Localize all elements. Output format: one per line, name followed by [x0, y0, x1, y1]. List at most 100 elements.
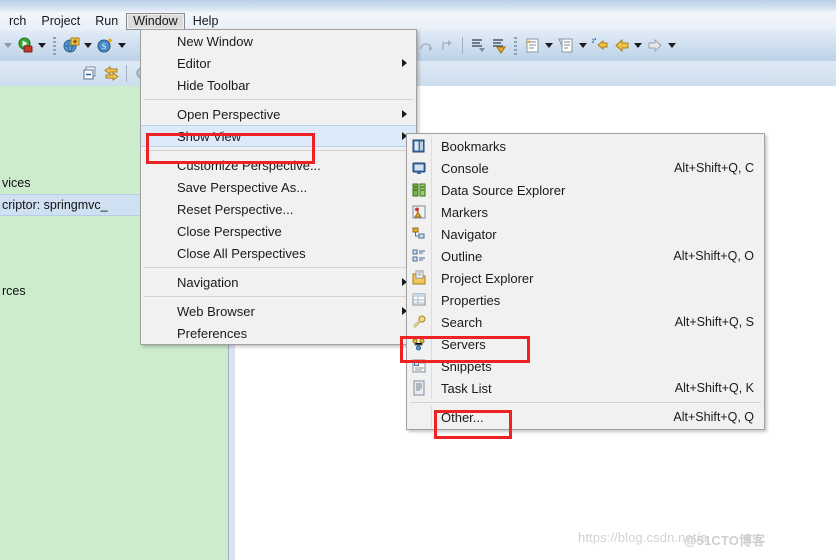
window-dropdown-menu[interactable]: New Window Editor Hide Toolbar Open Perspec…: [140, 29, 417, 345]
icon-column-divider: [431, 289, 432, 311]
menu-item-properties[interactable]: Properties: [407, 289, 764, 311]
toolbar-drag-handle[interactable]: [53, 36, 56, 55]
submenu-arrow-icon: [402, 110, 407, 118]
markers-icon: [407, 201, 431, 223]
menu-item-navigation[interactable]: Navigation: [141, 271, 416, 293]
menu-item-label: New Window: [177, 33, 253, 49]
bookmarks-icon: [407, 135, 431, 157]
menu-item-shortcut: Alt+Shift+Q, Q: [673, 410, 754, 424]
link-with-editor-icon[interactable]: [101, 64, 121, 84]
run-dropdown-arrow[interactable]: [36, 36, 48, 56]
menubar-item-help[interactable]: Help: [186, 13, 226, 30]
icon-column-divider: [431, 333, 432, 355]
menu-item-servers[interactable]: Servers: [407, 333, 764, 355]
menu-item-label: Properties: [441, 292, 501, 308]
menu-item-label: Editor: [177, 55, 211, 71]
icon-column-divider: [431, 157, 432, 179]
step-over-icon[interactable]: [416, 36, 436, 56]
menu-item-project-explorer[interactable]: Project Explorer: [407, 267, 764, 289]
new-web-project-icon[interactable]: [61, 36, 81, 56]
icon-column-divider: [431, 355, 432, 377]
menu-item-search[interactable]: Search Alt+Shift+Q, S: [407, 311, 764, 333]
previous-annotation-icon[interactable]: [489, 36, 509, 56]
open-type-icon[interactable]: [556, 36, 576, 56]
menubar-item-project[interactable]: Project: [34, 13, 87, 30]
menu-item-open-perspective[interactable]: Open Perspective: [141, 103, 416, 125]
menu-item-label: Search: [441, 314, 483, 330]
project-explorer-icon: [407, 267, 431, 289]
new-spring-dropdown-arrow[interactable]: [116, 36, 128, 56]
menu-separator: [144, 150, 413, 151]
forward-dropdown-arrow[interactable]: [666, 36, 678, 56]
new-spring-bean-icon[interactable]: S: [95, 36, 115, 56]
menubar-item-run[interactable]: Run: [88, 13, 125, 30]
snippets-icon: [407, 355, 431, 377]
menu-item-shortcut: Alt+Shift+Q, C: [674, 161, 754, 175]
last-edit-dropdown-arrow[interactable]: [543, 36, 555, 56]
menu-item-reset-perspective[interactable]: Reset Perspective...: [141, 198, 416, 220]
next-annotation-icon[interactable]: [468, 36, 488, 56]
console-icon: [407, 157, 431, 179]
icon-column-divider: [431, 223, 432, 245]
menu-item-label: Hide Toolbar: [177, 77, 250, 93]
new-web-dropdown-arrow[interactable]: [82, 36, 94, 56]
menu-item-show-view[interactable]: Show View: [141, 125, 416, 147]
menu-item-shortcut: Alt+Shift+Q, O: [673, 249, 754, 263]
menu-item-hide-toolbar[interactable]: Hide Toolbar: [141, 74, 416, 96]
menu-item-other[interactable]: Other... Alt+Shift+Q, Q: [407, 406, 764, 428]
menu-item-label: Project Explorer: [441, 270, 534, 286]
navigator-icon: [407, 223, 431, 245]
menu-item-outline[interactable]: Outline Alt+Shift+Q, O: [407, 245, 764, 267]
menu-item-editor[interactable]: Editor: [141, 52, 416, 74]
menu-item-console[interactable]: Console Alt+Shift+Q, C: [407, 157, 764, 179]
menu-item-close-all-perspectives[interactable]: Close All Perspectives: [141, 242, 416, 264]
task-list-icon: [407, 377, 431, 399]
back-dropdown-arrow[interactable]: [632, 36, 644, 56]
properties-icon: [407, 289, 431, 311]
menu-item-new-window[interactable]: New Window: [141, 30, 416, 52]
outline-icon: [407, 245, 431, 267]
menu-item-snippets[interactable]: Snippets: [407, 355, 764, 377]
toolbar-separator: [462, 37, 463, 54]
back-with-sparkle-icon[interactable]: [590, 36, 610, 56]
icon-column-divider: [431, 135, 432, 157]
menu-item-label: Task List: [441, 380, 492, 396]
menu-item-save-perspective-as[interactable]: Save Perspective As...: [141, 176, 416, 198]
open-type-dropdown-arrow[interactable]: [577, 36, 589, 56]
show-view-submenu[interactable]: Bookmarks Console Alt+Shift+Q, C Data Sourc…: [406, 133, 765, 430]
menu-item-shortcut: Alt+Shift+Q, K: [674, 381, 754, 395]
icon-column-divider: [431, 245, 432, 267]
menu-item-preferences[interactable]: Preferences: [141, 322, 416, 344]
back-icon[interactable]: [611, 36, 631, 56]
menu-item-shortcut: Alt+Shift+Q, S: [674, 315, 754, 329]
eclipse-workbench-window: rch Project Run Window Help S vices crip…: [0, 0, 836, 560]
forward-icon[interactable]: [645, 36, 665, 56]
menu-item-customize-perspective[interactable]: Customize Perspective...: [141, 154, 416, 176]
menu-item-label: Reset Perspective...: [177, 201, 294, 217]
menu-item-close-perspective[interactable]: Close Perspective: [141, 220, 416, 242]
menubar-item-rch[interactable]: rch: [2, 13, 33, 30]
toolbar-drag-handle-2[interactable]: [514, 36, 517, 55]
menu-item-bookmarks[interactable]: Bookmarks: [407, 135, 764, 157]
step-return-icon[interactable]: [437, 36, 457, 56]
data-source-explorer-icon: [407, 179, 431, 201]
icon-column-divider: [431, 201, 432, 223]
menu-item-web-browser[interactable]: Web Browser: [141, 300, 416, 322]
run-icon[interactable]: [15, 36, 35, 56]
menu-item-no-icon: [407, 406, 431, 428]
menu-separator: [410, 402, 761, 403]
icon-column-divider: [431, 179, 432, 201]
restore-icon[interactable]: [80, 64, 100, 84]
menu-item-markers[interactable]: Markers: [407, 201, 764, 223]
menu-item-label: Web Browser: [177, 303, 255, 319]
toolbar-dropdown-arrow[interactable]: [2, 36, 14, 56]
last-edit-location-icon[interactable]: [522, 36, 542, 56]
menu-item-label: Navigation: [177, 274, 239, 290]
main-toolbar: S: [0, 30, 836, 62]
menubar-item-window[interactable]: Window: [126, 12, 185, 30]
menu-item-task-list[interactable]: Task List Alt+Shift+Q, K: [407, 377, 764, 399]
menu-item-label: Bookmarks: [441, 138, 507, 154]
svg-text:S: S: [101, 42, 105, 51]
menu-item-navigator[interactable]: Navigator: [407, 223, 764, 245]
menu-item-data-source-explorer[interactable]: Data Source Explorer: [407, 179, 764, 201]
